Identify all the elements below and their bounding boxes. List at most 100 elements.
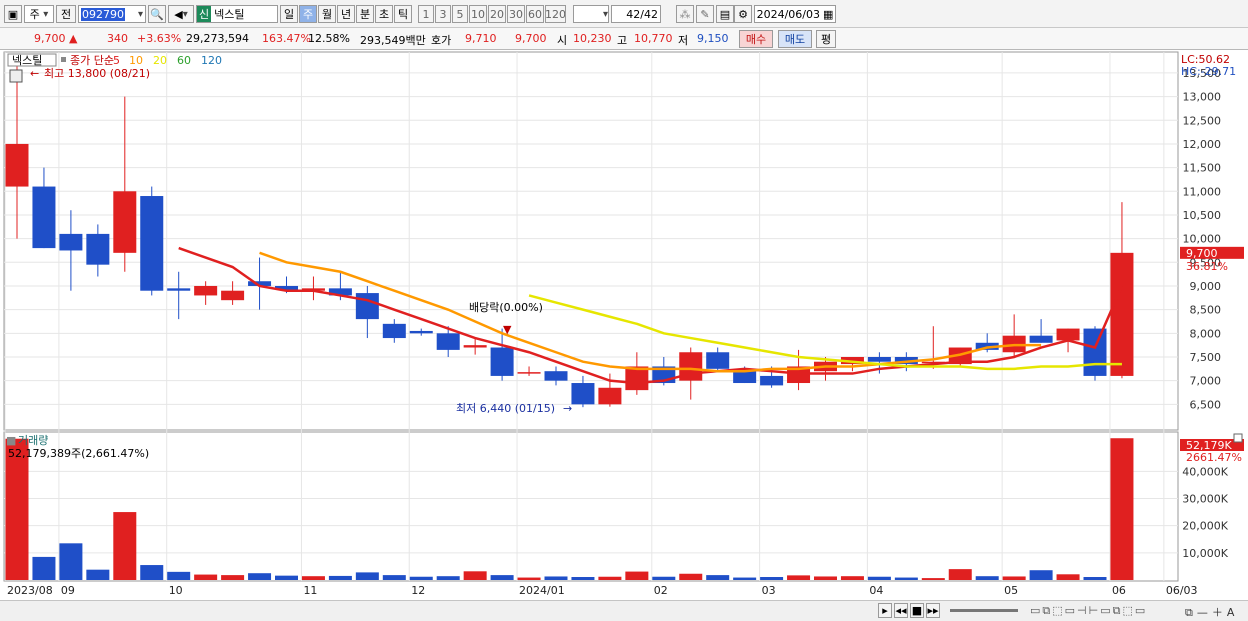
dividend-note: 배당락(0.00%) [469, 301, 543, 314]
period-tab-1[interactable]: 주 [299, 5, 317, 23]
volume-value: 52,179,389주(2,661.47%) [8, 447, 149, 460]
candle-body [598, 387, 622, 405]
volume-bar [436, 576, 460, 580]
price-tick-label: 12,500 [1183, 114, 1222, 127]
chart-area[interactable]: 13,500 13,000 12,500 12,000 11,500 11,000 10,5… [0, 50, 1248, 621]
interval-button-3[interactable]: 3 [435, 5, 451, 23]
volume-tick-label: 10,000K [1182, 547, 1228, 560]
rewind-icon[interactable]: ◂◂ [894, 603, 908, 618]
link-icon[interactable]: ⁂ [676, 5, 694, 23]
last-price-percent: 36.81% [1186, 260, 1228, 273]
candle-body [355, 293, 379, 320]
date-picker[interactable]: 2024/06/03 ▦ [754, 5, 836, 23]
zoom-controls[interactable]: ⧉—＋A [1185, 604, 1238, 620]
volume-bar [328, 575, 352, 580]
zoom-slider[interactable] [950, 609, 1018, 612]
price-tick-label: 8,500 [1190, 304, 1222, 317]
legend-ma-period: 10 [129, 54, 143, 67]
price-tick-label: 11,500 [1183, 162, 1222, 175]
view-icons[interactable]: ▭⧉⬚▭⊣⊢▭⧉⬚▭ [1030, 604, 1147, 618]
period-tab-2[interactable]: 월 [318, 5, 336, 23]
interval-button-20[interactable]: 20 [488, 5, 506, 23]
interval-button-10[interactable]: 10 [469, 5, 487, 23]
interval-button-30[interactable]: 30 [507, 5, 525, 23]
period-tab-5[interactable]: 초 [375, 5, 393, 23]
period-tab-4[interactable]: 분 [356, 5, 374, 23]
volume-value: 29,273,594 [186, 32, 249, 45]
mode-select[interactable]: 주 ▾ [24, 5, 54, 23]
candle-body [59, 233, 83, 251]
speaker-icon[interactable]: ◀ ▾ [168, 5, 194, 23]
interval-button-60[interactable]: 60 [526, 5, 544, 23]
draw-icon[interactable]: ✎ [696, 5, 714, 23]
legend-ma-label: 종가 단순 [70, 54, 114, 67]
date-tick-label: 05 [1004, 584, 1018, 597]
period-tab-6[interactable]: 틱 [394, 5, 412, 23]
eval-button[interactable]: 평 [816, 30, 836, 48]
candle-body [113, 191, 137, 253]
candle-body [760, 375, 784, 386]
dividend-marker-icon: ▼ [503, 323, 512, 336]
low-value: 9,150 [697, 32, 729, 45]
price-tick-label: 10,500 [1183, 209, 1222, 222]
count-field[interactable]: 42/42 [611, 5, 661, 23]
volume-axis: 40,000K 30,000K 20,000K 10,000K [1182, 465, 1228, 560]
price-tick-label: 12,000 [1183, 138, 1222, 151]
volume-bar [544, 576, 568, 580]
stock-name-field[interactable]: 신 넥스틸 [196, 5, 278, 23]
trade-amount: 293,549백만 [360, 34, 426, 47]
candle-body [436, 333, 460, 350]
high-label: 고 [617, 34, 628, 47]
low-label: 저 [678, 34, 689, 47]
count-value: 42 [626, 7, 641, 21]
window-icon[interactable]: ▣ [4, 5, 22, 23]
fast-forward-icon[interactable]: ▸▸ [926, 603, 940, 618]
low-arrow-icon: → [563, 402, 572, 415]
stock-code-value: 092790 [81, 7, 125, 21]
stock-code-input[interactable]: 092790 ▾ [78, 5, 146, 23]
search-icon[interactable]: 🔍 [148, 5, 166, 23]
volume-bar [221, 575, 245, 580]
date-tick-label: 04 [869, 584, 883, 597]
candle-body [409, 330, 433, 334]
price-tick-label: 7,000 [1190, 375, 1222, 388]
interval-button-5[interactable]: 5 [452, 5, 468, 23]
price-axis: 13,50013,00012,50012,00011,50011,00010,5… [1183, 67, 1222, 411]
count-total: /42 [640, 7, 658, 21]
open-value: 10,230 [573, 32, 612, 45]
volume-bar [733, 577, 757, 580]
date-tick-label: 06 [1112, 584, 1126, 597]
interval-button-120[interactable]: 120 [545, 5, 566, 23]
volume-title: 거래량 [18, 434, 48, 447]
stop-icon[interactable]: ■ [910, 603, 924, 618]
volume-bar [975, 576, 999, 580]
volume-bar [1083, 577, 1107, 580]
buy-button[interactable]: 매수 [739, 30, 773, 48]
volume-bar [275, 575, 298, 580]
gear-icon[interactable]: ⚙ [734, 5, 752, 23]
candlestick-chart[interactable]: 13,50013,00012,50012,00011,50011,00010,5… [0, 50, 1248, 600]
volume-bar [167, 571, 191, 580]
candle-body [490, 347, 514, 376]
price-tick-label: 13,000 [1183, 91, 1222, 104]
period-tab-0[interactable]: 일 [280, 5, 298, 23]
bottom-toolbar: ▸ ◂◂ ■ ▸▸ ▭⧉⬚▭⊣⊢▭⧉⬚▭ ⧉—＋A [0, 600, 1248, 621]
interval-button-1[interactable]: 1 [418, 5, 434, 23]
turnover-rate: 12.58% [308, 32, 350, 45]
period-tab-3[interactable]: 년 [337, 5, 355, 23]
calendar-icon[interactable] [9, 69, 23, 83]
volume-tick-label: 40,000K [1182, 465, 1228, 478]
volume-bar [814, 576, 837, 580]
volume-bar [113, 512, 137, 580]
volume-close-icon[interactable] [1233, 433, 1243, 443]
high-value: 10,770 [634, 32, 673, 45]
save-icon[interactable]: ▤ [716, 5, 734, 23]
scroll-right-icon[interactable]: ▸ [878, 603, 892, 618]
legend-square-icon [61, 57, 66, 62]
interval-select[interactable]: ▾ [573, 5, 609, 23]
date-tick-label: 03 [762, 584, 776, 597]
sell-button[interactable]: 매도 [778, 30, 812, 48]
candle-body [733, 371, 757, 384]
prev-button[interactable]: 전 [56, 5, 76, 23]
date-tick-label: 10 [169, 584, 183, 597]
